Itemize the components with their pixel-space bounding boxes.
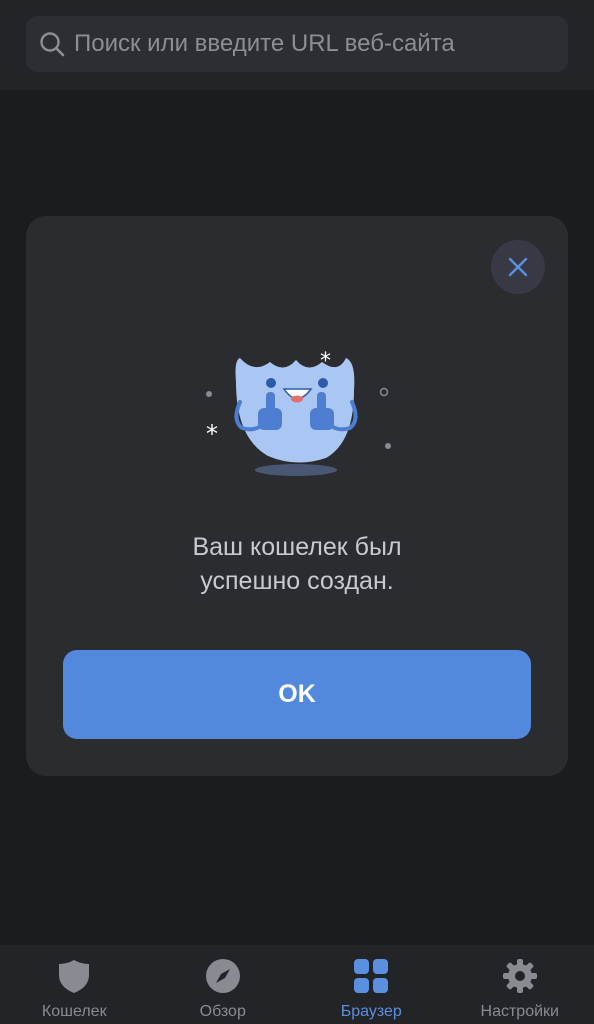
tab-overview[interactable]: Обзор: [149, 945, 298, 1024]
grid-icon: [354, 959, 389, 993]
svg-text:*: *: [206, 420, 218, 448]
message-line-2: успешно создан.: [200, 567, 394, 595]
close-button[interactable]: [491, 240, 545, 294]
tab-overview-label: Обзор: [199, 1003, 246, 1020]
message-line-1: Ваш кошелек был: [192, 533, 402, 561]
compass-icon: [205, 959, 240, 993]
search-input[interactable]: Поиск или введите URL веб-сайта: [74, 30, 455, 58]
bottom-tab-bar: Кошелек Обзор Браузер Настройки: [0, 945, 594, 1024]
tab-wallet[interactable]: Кошелек: [0, 945, 149, 1024]
tab-browser[interactable]: Браузер: [297, 945, 446, 1024]
ok-button[interactable]: OK: [63, 650, 531, 739]
search-bar[interactable]: Поиск или введите URL веб-сайта: [26, 16, 568, 72]
search-icon: [40, 32, 65, 57]
tab-wallet-label: Кошелек: [41, 1003, 107, 1020]
wallet-created-modal: * * Ваш кошелек был успешно создан. OK: [26, 216, 568, 776]
tab-settings-label: Настройки: [480, 1003, 559, 1020]
shield-icon: [59, 960, 90, 993]
success-message: Ваш кошелек был успешно создан.: [26, 530, 568, 598]
gear-icon: [502, 959, 537, 993]
mascot-illustration: * *: [206, 349, 391, 476]
close-icon: [508, 257, 528, 277]
top-bar: Поиск или введите URL веб-сайта: [0, 0, 594, 90]
tab-settings[interactable]: Настройки: [446, 945, 594, 1024]
tab-browser-label: Браузер: [340, 1003, 402, 1020]
